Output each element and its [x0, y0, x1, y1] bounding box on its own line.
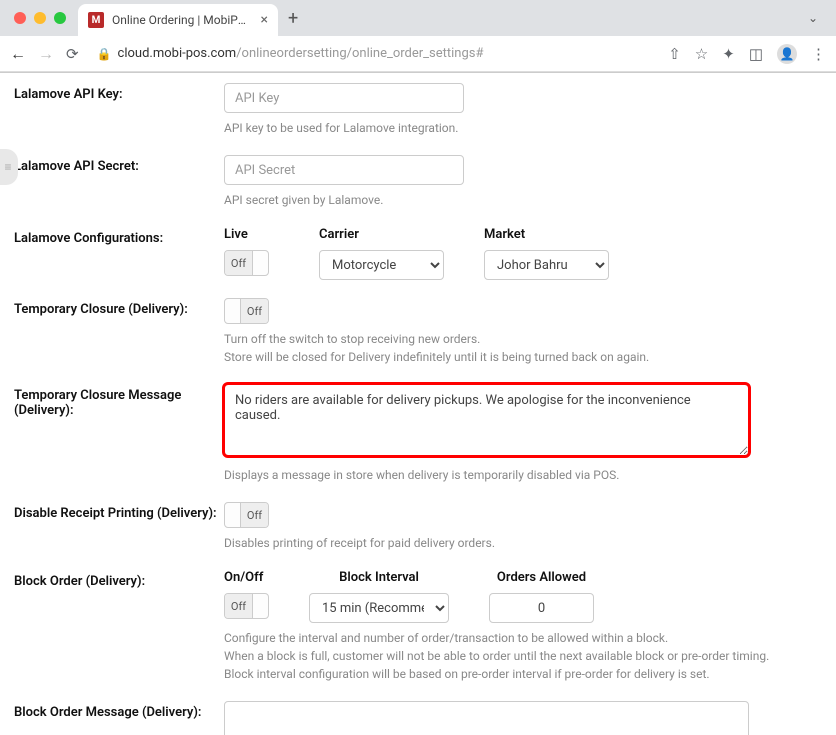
temp-closure-toggle[interactable]: Off [224, 298, 269, 324]
help-block-order: Configure the interval and number of ord… [224, 629, 816, 683]
label-lalamove-api-key: Lalamove API Key: [14, 83, 224, 137]
header-block-interval: Block Interval [309, 570, 449, 585]
toolbar-icons: ⇧ ☆ ✦ ◫ 👤 ⋮ [668, 44, 826, 64]
row-block-order-msg: Block Order Message (Delivery): Configur… [14, 701, 816, 735]
url-text: cloud.mobi-pos.com/onlineordersetting/on… [118, 46, 484, 61]
browser-tab[interactable]: M Online Ordering | MobiPOS × [78, 4, 278, 36]
label-lalamove-config: Lalamove Configurations: [14, 227, 224, 280]
tab-title: Online Ordering | MobiPOS [112, 13, 253, 27]
help-disable-receipt: Disables printing of receipt for paid de… [224, 534, 816, 552]
row-lalamove-api-secret: Lalamove API Secret: API secret given by… [14, 155, 816, 209]
orders-allowed-input[interactable] [489, 593, 594, 623]
row-block-order: Block Order (Delivery): On/Off Off Block… [14, 570, 816, 683]
back-button[interactable]: ← [10, 44, 26, 64]
row-temp-closure-msg: Temporary Closure Message (Delivery): No… [14, 384, 816, 484]
minimize-window-button[interactable] [34, 12, 46, 24]
forward-button[interactable]: → [38, 44, 54, 64]
new-tab-button[interactable]: + [288, 8, 298, 29]
lalamove-api-secret-input[interactable] [224, 155, 464, 185]
favicon-icon: M [88, 12, 104, 28]
lalamove-api-key-input[interactable] [224, 83, 464, 113]
temp-closure-message-textarea[interactable]: No riders are available for delivery pic… [224, 384, 749, 456]
market-select[interactable]: Johor Bahru [484, 250, 609, 280]
panel-icon[interactable]: ◫ [749, 45, 763, 63]
header-orders-allowed: Orders Allowed [489, 570, 594, 585]
block-interval-select[interactable]: 15 min (Recommended) [309, 593, 449, 623]
block-order-message-textarea[interactable] [224, 701, 749, 735]
header-onoff: On/Off [224, 570, 269, 585]
label-disable-receipt: Disable Receipt Printing (Delivery): [14, 502, 224, 552]
browser-toolbar: ← → ⟳ 🔒 cloud.mobi-pos.com/onlineorderse… [0, 36, 836, 72]
live-toggle[interactable]: Off [224, 250, 269, 276]
label-lalamove-api-secret: Lalamove API Secret: [14, 155, 224, 209]
profile-avatar[interactable]: 👤 [777, 44, 797, 64]
extensions-icon[interactable]: ✦ [722, 45, 735, 63]
tabs-dropdown-icon[interactable]: ⌄ [808, 11, 818, 25]
row-lalamove-api-key: Lalamove API Key: API key to be used for… [14, 83, 816, 137]
close-tab-icon[interactable]: × [261, 12, 268, 28]
side-drawer-tab[interactable]: ≡ [0, 149, 18, 185]
bookmark-icon[interactable]: ☆ [695, 45, 708, 63]
label-block-order-msg: Block Order Message (Delivery): [14, 701, 224, 735]
reload-button[interactable]: ⟳ [66, 45, 79, 63]
maximize-window-button[interactable] [54, 12, 66, 24]
label-temp-closure: Temporary Closure (Delivery): [14, 298, 224, 366]
disable-receipt-toggle[interactable]: Off [224, 502, 269, 528]
label-block-order: Block Order (Delivery): [14, 570, 224, 683]
carrier-select[interactable]: Motorcycle [319, 250, 444, 280]
browser-chrome: M Online Ordering | MobiPOS × + ⌄ ← → ⟳ … [0, 0, 836, 73]
tab-bar: M Online Ordering | MobiPOS × + ⌄ [0, 0, 836, 36]
header-carrier: Carrier [319, 227, 444, 242]
help-temp-closure-msg: Displays a message in store when deliver… [224, 466, 816, 484]
label-temp-closure-msg: Temporary Closure Message (Delivery): [14, 384, 224, 484]
menu-icon[interactable]: ⋮ [811, 45, 826, 63]
row-lalamove-config: Lalamove Configurations: Live Off Carrie… [14, 227, 816, 280]
url-bar[interactable]: 🔒 cloud.mobi-pos.com/onlineordersetting/… [91, 46, 657, 61]
row-disable-receipt: Disable Receipt Printing (Delivery): Off… [14, 502, 816, 552]
page-content: ≡ Lalamove API Key: API key to be used f… [0, 73, 836, 735]
header-market: Market [484, 227, 609, 242]
help-api-secret: API secret given by Lalamove. [224, 191, 816, 209]
row-temp-closure: Temporary Closure (Delivery): Off Turn o… [14, 298, 816, 366]
help-api-key: API key to be used for Lalamove integrat… [224, 119, 816, 137]
close-window-button[interactable] [14, 12, 26, 24]
block-order-toggle[interactable]: Off [224, 593, 269, 619]
lock-icon: 🔒 [97, 47, 112, 61]
help-temp-closure: Turn off the switch to stop receiving ne… [224, 330, 816, 366]
share-icon[interactable]: ⇧ [668, 45, 681, 63]
header-live: Live [224, 227, 269, 242]
window-controls [14, 12, 66, 24]
